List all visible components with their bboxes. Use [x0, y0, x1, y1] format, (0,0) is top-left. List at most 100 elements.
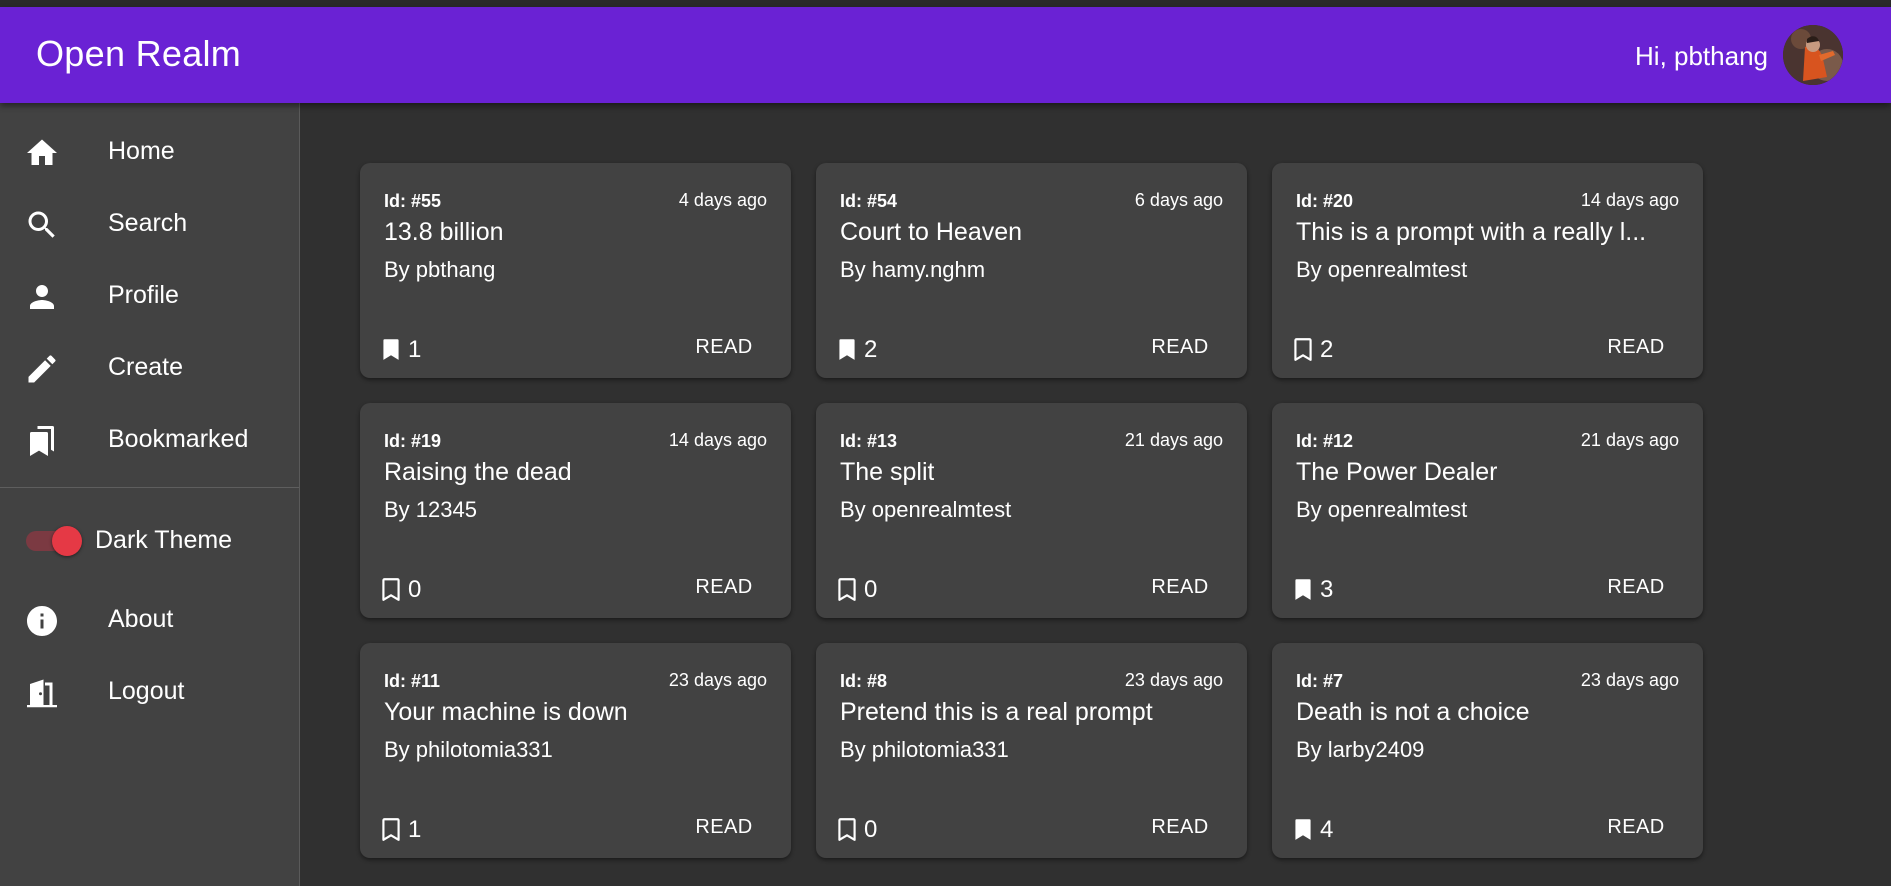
pencil-icon: [28, 355, 56, 383]
bookmarks-icon: [30, 426, 54, 456]
prompt-author: By 12345: [384, 497, 477, 522]
home-icon: [27, 139, 57, 165]
prompt-author: By openrealmtest: [840, 497, 1012, 522]
prompt-author: By pbthang: [384, 257, 496, 282]
prompt-author: By hamy.nghm: [840, 257, 986, 282]
prompt-card[interactable]: Id: #8 23 days ago Pretend this is a real …: [816, 643, 1247, 858]
bookmark-icon[interactable]: [1290, 334, 1316, 364]
prompt-id: Id: #7: [1296, 671, 1344, 691]
sidebar: Home Search Profile Create Bookmarked Da…: [0, 103, 300, 886]
bookmark-count: 3: [1320, 576, 1334, 603]
prompt-date: 14 days ago: [1580, 190, 1679, 210]
window-top-strip: [0, 0, 1891, 7]
prompt-title: The split: [840, 458, 935, 486]
bookmark-icon[interactable]: [834, 574, 860, 604]
prompt-card[interactable]: Id: #55 4 days ago 13.8 billion By pbthang 1…: [360, 163, 791, 378]
sidebar-item-search[interactable]: Search: [0, 187, 299, 259]
prompt-card[interactable]: Id: #13 21 days ago The split By openrealmt…: [816, 403, 1247, 618]
read-button[interactable]: READ: [1591, 567, 1681, 607]
sidebar-item-create[interactable]: Create: [0, 331, 299, 403]
prompt-id: Id: #11: [384, 671, 441, 691]
prompt-card[interactable]: Id: #7 23 days ago Death is not a choice By…: [1272, 643, 1703, 858]
prompt-title: Raising the dead: [384, 458, 572, 486]
app-title[interactable]: Open Realm: [36, 33, 241, 75]
prompt-id: Id: #12: [1296, 431, 1354, 451]
prompt-card[interactable]: Id: #20 14 days ago This is a prompt with …: [1272, 163, 1703, 378]
prompt-card[interactable]: Id: #12 21 days ago The Power Dealer By ope…: [1272, 403, 1703, 618]
bookmark-icon[interactable]: [378, 814, 404, 844]
bookmark-icon[interactable]: [378, 334, 404, 364]
sidebar-item-label: Profile: [108, 281, 179, 309]
prompt-card[interactable]: Id: #54 6 days ago Court to Heaven By hamy.…: [816, 163, 1247, 378]
bookmark-icon[interactable]: [834, 334, 860, 364]
bookmark-icon[interactable]: [1290, 814, 1316, 844]
prompt-id: Id: #8: [840, 671, 888, 691]
prompt-id: Id: #20: [1296, 191, 1354, 211]
avatar[interactable]: [1783, 25, 1843, 85]
read-button[interactable]: READ: [1135, 327, 1225, 367]
read-button[interactable]: READ: [679, 567, 769, 607]
prompt-id: Id: #19: [384, 431, 442, 451]
sidebar-item-label: Home: [108, 137, 175, 165]
door-exit-icon: [27, 679, 57, 708]
read-button[interactable]: READ: [1591, 807, 1681, 847]
prompt-date: 4 days ago: [678, 190, 767, 210]
read-button[interactable]: READ: [1591, 327, 1681, 367]
bookmark-icon[interactable]: [378, 574, 404, 604]
prompt-author: By philotomia331: [840, 737, 1009, 762]
prompt-date: 21 days ago: [1580, 430, 1679, 450]
bookmark-count: 4: [1320, 816, 1334, 843]
bookmark-count: 2: [864, 336, 878, 363]
sidebar-item-logout[interactable]: Logout: [0, 655, 299, 727]
dark-theme-label: Dark Theme: [95, 526, 233, 554]
prompt-id: Id: #55: [384, 191, 442, 211]
prompt-title: 13.8 billion: [384, 218, 504, 246]
person-icon: [30, 285, 54, 309]
prompt-author: By openrealmtest: [1296, 497, 1468, 522]
prompt-author: By openrealmtest: [1296, 257, 1468, 282]
sidebar-item-label: About: [108, 605, 174, 633]
prompt-date: 21 days ago: [1124, 430, 1223, 450]
user-greeting: Hi, pbthang: [1635, 41, 1768, 71]
bookmark-count: 0: [864, 816, 878, 843]
prompt-author: By larby2409: [1296, 737, 1425, 762]
toggle-thumb: [52, 526, 82, 556]
prompt-title: Court to Heaven: [840, 218, 1023, 246]
prompt-date: 23 days ago: [1124, 670, 1223, 690]
bookmark-icon[interactable]: [1290, 574, 1316, 604]
dark-theme-toggle[interactable]: [26, 526, 82, 556]
read-button[interactable]: READ: [679, 327, 769, 367]
prompt-date: 23 days ago: [668, 670, 767, 690]
sidebar-item-label: Bookmarked: [108, 425, 249, 453]
prompt-date: 23 days ago: [1580, 670, 1679, 690]
prompt-title: Death is not a choice: [1296, 698, 1530, 726]
sidebar-item-home[interactable]: Home: [0, 115, 299, 187]
prompt-id: Id: #13: [840, 431, 898, 451]
app-bar: Open Realm Hi, pbthang: [0, 7, 1891, 103]
sidebar-item-bookmarked[interactable]: Bookmarked: [0, 403, 299, 475]
prompt-title: Pretend this is a real prompt: [840, 698, 1153, 726]
prompt-author: By philotomia331: [384, 737, 553, 762]
sidebar-item-profile[interactable]: Profile: [0, 259, 299, 331]
bookmark-count: 0: [864, 576, 878, 603]
bookmark-icon[interactable]: [834, 814, 860, 844]
sidebar-item-label: Create: [108, 353, 184, 381]
sidebar-divider: [0, 487, 299, 488]
info-icon: [27, 606, 57, 636]
read-button[interactable]: READ: [1135, 807, 1225, 847]
bookmark-count: 1: [408, 816, 422, 843]
read-button[interactable]: READ: [679, 807, 769, 847]
bookmark-count: 1: [408, 336, 422, 363]
prompt-title: The Power Dealer: [1296, 458, 1498, 486]
read-button[interactable]: READ: [1135, 567, 1225, 607]
prompt-card[interactable]: Id: #11 23 days ago Your machine is down By…: [360, 643, 791, 858]
prompt-date: 14 days ago: [668, 430, 767, 450]
bookmark-count: 0: [408, 576, 422, 603]
prompt-id: Id: #54: [840, 191, 898, 211]
prompt-title: Your machine is down: [384, 698, 628, 726]
sidebar-item-label: Search: [108, 209, 188, 237]
prompt-date: 6 days ago: [1134, 190, 1223, 210]
sidebar-item-about[interactable]: About: [0, 583, 299, 655]
prompt-card[interactable]: Id: #19 14 days ago Raising the dead By 123…: [360, 403, 791, 618]
search-icon: [28, 211, 55, 238]
